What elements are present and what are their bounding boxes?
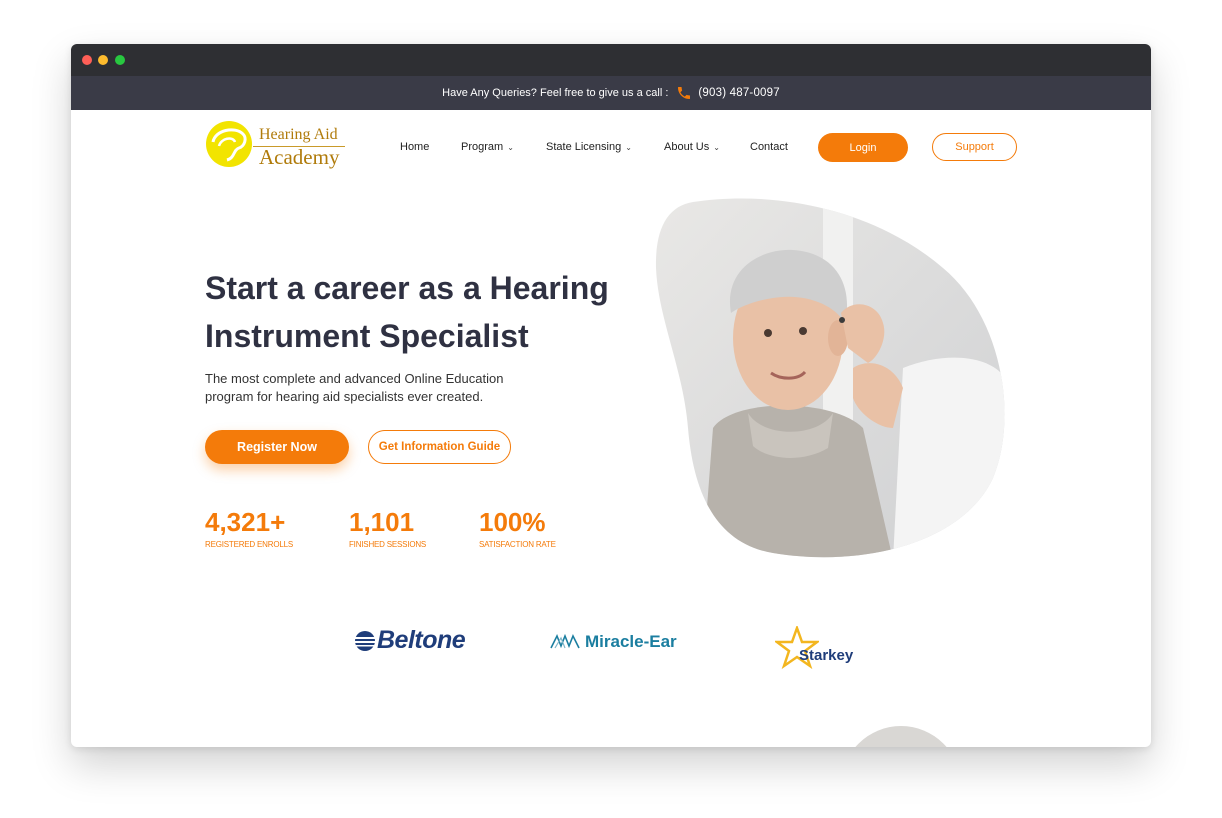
window-titlebar xyxy=(71,44,1151,76)
brand-logo-starkey: Starkey xyxy=(775,626,853,670)
stat-finished-sessions: 1,101 FINISHED SESSIONS xyxy=(349,506,426,549)
register-now-button[interactable]: Register Now xyxy=(205,430,349,464)
contact-bar-text: Have Any Queries? Feel free to give us a… xyxy=(442,87,669,99)
stat-label: FINISHED SESSIONS xyxy=(349,540,427,549)
ear-logo-icon xyxy=(206,121,252,167)
contact-bar: Have Any Queries? Feel free to give us a… xyxy=(71,76,1151,110)
site-logo[interactable]: Hearing Aid Academy xyxy=(205,120,345,178)
beltone-wordmark: Beltone xyxy=(377,626,466,654)
hero-title: Start a career as a Hearing Instrument S… xyxy=(205,270,609,354)
login-button[interactable]: Login xyxy=(818,133,908,162)
close-window-button[interactable] xyxy=(82,55,92,65)
stat-satisfaction-rate: 100% SATISFACTION RATE xyxy=(479,506,556,549)
chevron-down-icon: ⌄ xyxy=(625,143,632,152)
phone-icon xyxy=(678,87,691,99)
get-information-guide-button[interactable]: Get Information Guide xyxy=(368,430,511,464)
nav-item-program[interactable]: Program ⌄ xyxy=(461,141,514,153)
brand-logo-beltone: Beltone xyxy=(353,626,466,655)
stat-registered-enrolls: 4,321+ REGISTERED ENROLLS xyxy=(205,506,293,549)
next-section-photo-preview xyxy=(841,726,961,747)
starkey-wordmark: Starkey xyxy=(799,646,854,664)
stat-value: 100% xyxy=(479,507,546,537)
maximize-window-button[interactable] xyxy=(115,55,125,65)
stat-label: REGISTERED ENROLLS xyxy=(205,540,293,549)
nav-item-about-us[interactable]: About Us ⌄ xyxy=(664,141,720,153)
hero-photo-elderly-woman-hearing-aid xyxy=(655,198,1005,558)
hero-subtitle: The most complete and advanced Online Ed… xyxy=(205,371,504,404)
miracle-ear-wave-icon xyxy=(550,633,580,649)
minimize-window-button[interactable] xyxy=(98,55,108,65)
beltone-globe-icon xyxy=(355,630,375,651)
main-navbar: Hearing Aid Academy Home Program ⌄ State … xyxy=(71,110,1151,186)
stat-value: 1,101 xyxy=(349,507,415,537)
logo-text-line1: Hearing Aid xyxy=(259,126,338,143)
brand-logo-miracle-ear: Miracle-Ear xyxy=(549,632,677,652)
logo-text-line2: Academy xyxy=(259,145,340,169)
phone-number-link[interactable]: (903) 487-0097 xyxy=(698,87,779,99)
miracle-ear-wordmark: Miracle-Ear xyxy=(585,632,677,651)
chevron-down-icon: ⌄ xyxy=(713,143,720,152)
chevron-down-icon: ⌄ xyxy=(507,143,514,152)
nav-item-state-licensing[interactable]: State Licensing ⌄ xyxy=(546,141,632,153)
stat-value: 4,321+ xyxy=(205,507,286,537)
support-button[interactable]: Support xyxy=(932,133,1017,161)
nav-item-contact[interactable]: Contact xyxy=(750,141,788,153)
nav-item-home[interactable]: Home xyxy=(400,141,429,153)
stat-label: SATISFACTION RATE xyxy=(479,540,556,549)
browser-window: Have Any Queries? Feel free to give us a… xyxy=(71,44,1151,747)
